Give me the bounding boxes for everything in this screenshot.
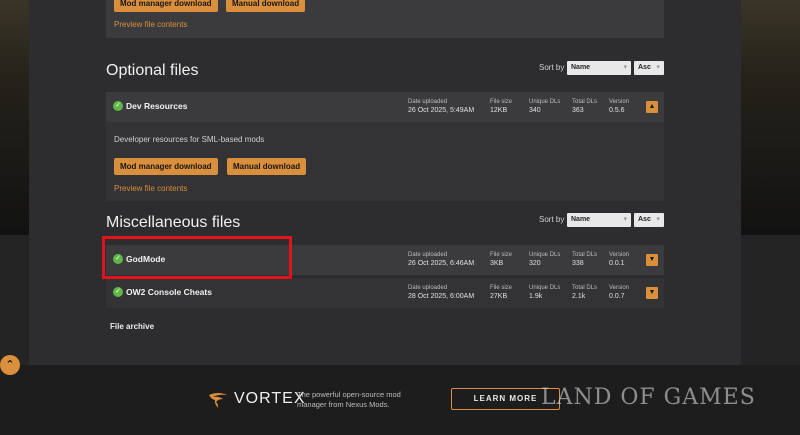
file-detail-dev-resources: Developer resources for SML-based mods M… (106, 122, 664, 201)
check-circle-icon: ✓ (113, 101, 123, 111)
vortex-logo-icon (209, 393, 227, 408)
file-size-value: 12KB (490, 107, 508, 114)
chevron-down-icon[interactable]: ▼ (646, 254, 658, 266)
optional-sort-value: Name (571, 64, 591, 71)
unique-dls-value: 320 (529, 260, 541, 267)
unique-dls-label: Unique DLs (529, 285, 561, 291)
optional-order-select[interactable]: Asc ▾ (634, 61, 664, 75)
vortex-tagline: The powerful open-source mod manager fro… (297, 390, 401, 409)
file-archive-link[interactable]: File archive (110, 322, 154, 331)
total-dls-value: 2.1k (572, 293, 586, 300)
miscellaneous-files-title: Miscellaneous files (106, 214, 241, 231)
total-dls-label: Total DLs (572, 99, 598, 105)
misc-sort-label: Sort by (539, 215, 565, 224)
file-size-value: 27KB (490, 293, 508, 300)
file-row-dev-resources[interactable]: ✓ Dev Resources Date uploaded 26 Oct 202… (106, 92, 664, 122)
optional-sort-label: Sort by (539, 63, 565, 72)
version-label: Version (609, 252, 630, 258)
version-value: 0.0.7 (609, 293, 625, 300)
misc-order-select[interactable]: Asc ▾ (634, 213, 664, 227)
date-uploaded-label: Date uploaded (408, 285, 448, 291)
check-circle-icon: ✓ (113, 287, 123, 297)
vortex-promo-footer: VORTEX The powerful open-source mod mana… (0, 365, 800, 435)
version-value: 0.5.6 (609, 107, 625, 114)
unique-dls-label: Unique DLs (529, 252, 561, 258)
file-name: Dev Resources (126, 101, 188, 111)
land-of-games-watermark: LAND OF GAMES (541, 385, 756, 410)
preview-file-contents-link[interactable]: Preview file contents (114, 20, 187, 29)
date-uploaded-value: 26 Oct 2025, 5:49AM (408, 107, 475, 114)
total-dls-label: Total DLs (572, 285, 598, 291)
version-value: 0.0.1 (609, 260, 625, 267)
chevron-up-icon[interactable]: ▲ (646, 101, 658, 113)
preview-file-contents-link[interactable]: Preview file contents (114, 184, 187, 193)
total-dls-value: 338 (572, 260, 584, 267)
total-dls-label: Total DLs (572, 252, 598, 258)
file-size-label: File size (490, 252, 513, 258)
file-size-value: 3KB (490, 260, 504, 267)
optional-sort-select[interactable]: Name ▾ (567, 61, 631, 75)
unique-dls-label: Unique DLs (529, 99, 561, 105)
total-dls-value: 363 (572, 107, 584, 114)
scroll-to-top-icon[interactable]: ⌃ (0, 355, 20, 375)
chevron-down-icon: ▾ (656, 64, 660, 71)
optional-order-value: Asc (638, 64, 651, 71)
date-uploaded-value: 26 Oct 2025, 6:46AM (408, 260, 475, 267)
vortex-brand: VORTEX (234, 390, 306, 407)
file-row-ow2-console-cheats[interactable]: ✓ OW2 Console Cheats Date uploaded 28 Oc… (106, 278, 664, 308)
chevron-down-icon: ▾ (623, 216, 627, 223)
mod-manager-download-button[interactable]: Mod manager download (114, 158, 218, 175)
date-uploaded-label: Date uploaded (408, 99, 448, 105)
misc-sort-select[interactable]: Name ▾ (567, 213, 631, 227)
manual-download-button[interactable]: Manual download (227, 158, 307, 175)
misc-order-value: Asc (638, 216, 651, 223)
highlight-box (102, 236, 292, 279)
version-label: Version (609, 99, 630, 105)
unique-dls-value: 340 (529, 107, 541, 114)
optional-files-title: Optional files (106, 62, 199, 79)
file-description: Developer resources for SML-based mods (114, 135, 265, 144)
main-file-card: Mod manager download Manual download Pre… (106, 0, 664, 38)
file-name: OW2 Console Cheats (126, 287, 212, 297)
date-uploaded-value: 28 Oct 2025, 6:00AM (408, 293, 475, 300)
chevron-down-icon: ▾ (656, 216, 660, 223)
unique-dls-value: 1.9k (529, 293, 543, 300)
mod-manager-download-button[interactable]: Mod manager download (114, 0, 218, 12)
file-size-label: File size (490, 99, 513, 105)
chevron-down-icon[interactable]: ▼ (646, 287, 658, 299)
version-label: Version (609, 285, 630, 291)
misc-sort-value: Name (571, 216, 591, 223)
file-size-label: File size (490, 285, 513, 291)
date-uploaded-label: Date uploaded (408, 252, 448, 258)
manual-download-button[interactable]: Manual download (226, 0, 306, 12)
chevron-down-icon: ▾ (623, 64, 627, 71)
